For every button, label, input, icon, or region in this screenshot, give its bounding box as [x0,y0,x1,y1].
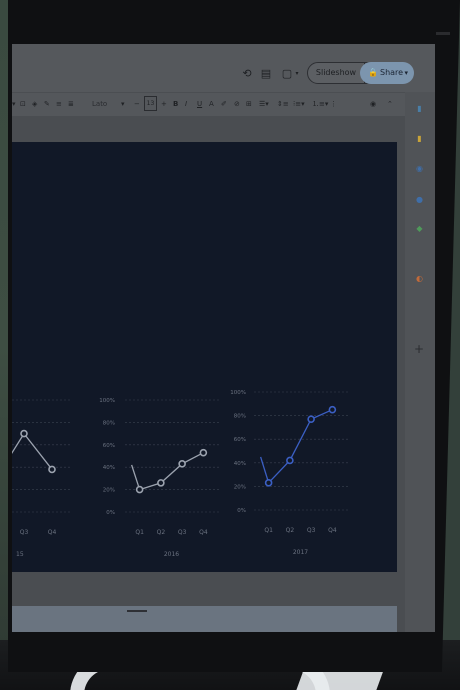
office-icon[interactable]: ◐ [415,274,424,283]
share-caret-icon: ▾ [404,69,408,77]
series-lead-line [260,456,270,484]
add-addon-button[interactable]: + [414,342,424,356]
font-caret-icon[interactable]: ▾ [121,97,125,111]
bold-button[interactable]: B [173,97,178,111]
header-bar: ⟲ ▤ ▢ ▾ Slideshow ▾ 🔒 Share ▾ [12,44,435,92]
y-tick-label: 100% [230,390,246,396]
data-point [199,448,208,457]
data-point [264,479,273,487]
font-size-input[interactable]: 13 [144,96,157,111]
comment-add-icon[interactable]: ⊞ [246,97,252,111]
x-axis-label: 2016 [164,551,179,558]
link-icon[interactable]: ⊘ [234,97,240,111]
side-panel: ▮ ▮ ◉ ● ◆ ◐ + › [405,92,435,632]
bulleted-list-icon[interactable]: ⁝≡▾ [293,97,305,111]
y-tick-label: 40% [234,461,246,467]
data-point [20,429,28,438]
x-category-label: Q4 [199,529,208,536]
more-options-icon[interactable]: ⋮ [330,97,337,111]
x-category-label: Q3 [20,529,29,536]
y-tick-label: 0% [237,508,246,514]
history-icon[interactable]: ⟲ [241,68,253,80]
data-point [157,479,165,487]
series-line [268,409,333,484]
speaker-notes-area[interactable] [12,606,397,632]
collapse-toolbar-icon[interactable]: ⌃ [387,97,393,111]
x-category-label: Q1 [135,529,144,536]
x-category-label: Q2 [157,529,166,536]
align-icon[interactable]: ☰▾ [259,97,269,111]
y-tick-label: 20% [103,488,115,494]
x-category-label: Q3 [307,527,316,534]
monitor-logo [436,32,450,35]
y-tick-label: 60% [103,443,115,449]
y-tick-label: 40% [103,465,115,471]
data-point [135,485,144,494]
increase-font-button[interactable]: + [161,97,167,111]
x-category-label: Q1 [264,527,273,534]
line-spacing-icon[interactable]: ⇕≡ [277,97,289,111]
image-icon[interactable]: ⊡ [20,97,26,111]
y-tick-label: 80% [103,420,115,426]
font-family-select[interactable]: Lato [92,97,107,111]
border-dash-icon[interactable]: ≣ [68,97,74,111]
meet-caret-icon[interactable]: ▾ [291,68,303,80]
charts-svg: Q3 Q4 15 0% 20% 40% 60% 80% 100% Q1 Q2 Q3 Q4 2016 0% 20… [12,390,349,558]
series-lead-line [131,464,141,490]
highlight-icon[interactable]: ✐ [221,97,227,111]
series-line [12,432,53,470]
italic-button[interactable]: I [185,97,187,111]
data-point [286,456,294,465]
x-category-label: Q3 [178,529,187,536]
slides-app-window: ⟲ ▤ ▢ ▾ Slideshow ▾ 🔒 Share ▾ ▾ ⊡ ◈ ✎ ≡ … [12,44,435,632]
formatting-toolbar: ▾ ⊡ ◈ ✎ ≡ ≣ Lato ▾ − 13 + B I U A ✐ ⊘ ⊞ … [12,92,405,116]
y-tick-label: 80% [234,414,246,420]
comments-icon[interactable]: ▤ [260,68,272,80]
y-tick-label: 20% [234,484,246,490]
notes-resize-handle[interactable] [127,610,147,612]
sheets-icon[interactable]: ▮ [415,104,424,113]
x-axis-label: 2017 [293,549,308,556]
share-button[interactable]: 🔒 Share ▾ [360,62,414,84]
numbered-list-icon[interactable]: ⒈≡▾ [312,97,328,111]
data-point [328,405,337,414]
contacts-icon[interactable]: ● [415,195,424,204]
keep-icon[interactable]: ▮ [415,134,424,143]
data-point [307,415,315,423]
underline-button[interactable]: U [197,97,202,111]
share-label: Share [380,68,404,77]
series-line [139,452,204,491]
paint-bucket-icon[interactable]: ◈ [32,97,37,111]
y-tick-label: 60% [234,437,246,443]
decrease-font-button[interactable]: − [134,97,140,111]
x-category-label: Q4 [328,527,337,534]
data-point [178,460,186,468]
text-color-button[interactable]: A [209,97,214,111]
data-point [48,465,56,474]
x-category-label: Q2 [286,527,295,534]
y-tick-label: 0% [106,510,115,516]
record-icon[interactable]: ◉ [370,97,376,111]
x-axis-label: 15 [16,551,24,558]
y-tick-label: 100% [99,398,115,404]
pen-icon[interactable]: ✎ [44,97,50,111]
border-weight-icon[interactable]: ≡ [56,97,62,111]
x-category-label: Q4 [48,529,57,536]
slide-canvas[interactable]: Q3 Q4 15 0% 20% 40% 60% 80% 100% Q1 Q2 Q3 Q4 2016 0% 20… [12,142,397,572]
slideshow-button[interactable]: Slideshow [307,62,365,84]
caret-down-icon[interactable]: ▾ [12,97,16,111]
lock-icon: 🔒 [368,68,378,77]
tasks-icon[interactable]: ◉ [415,164,424,173]
maps-icon[interactable]: ◆ [415,224,424,233]
